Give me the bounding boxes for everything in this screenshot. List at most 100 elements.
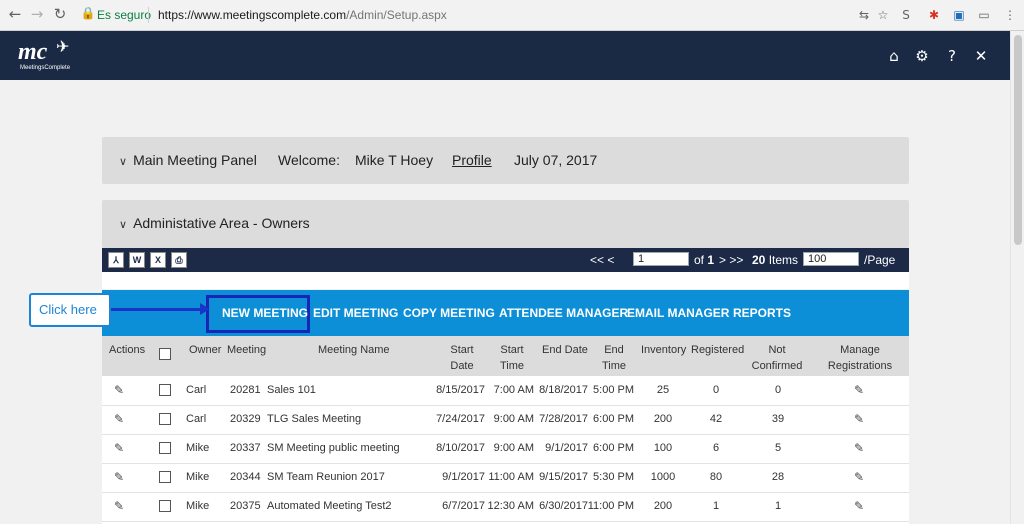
callout-arrow-head (200, 303, 210, 315)
pdf-icon[interactable]: ⅄ (108, 252, 124, 268)
col-not-confirmed-line2: Confirmed (751, 360, 803, 372)
row-checkbox[interactable] (159, 471, 171, 483)
admin-panel-title-group[interactable]: ∨ Administative Area - Owners (119, 215, 310, 231)
per-page-input[interactable]: 100 (803, 252, 859, 266)
close-icon[interactable]: ✕ (972, 47, 990, 65)
logo-brand: MeetingsComplete (20, 65, 71, 71)
manage-registrations-icon[interactable]: ✎ (852, 499, 866, 513)
gear-icon[interactable]: ⚙ (913, 47, 931, 65)
pager-first-prev[interactable]: << < (590, 253, 614, 267)
row-checkbox[interactable] (159, 413, 171, 425)
table-row[interactable]: ✎ Carl 20329 TLG Sales Meeting 7/24/2017… (102, 405, 909, 435)
page-number-input[interactable]: 1 (633, 252, 689, 266)
of-label: of (694, 253, 705, 267)
cell-owner: Carl (186, 413, 207, 425)
col-manage-registrations: Manage Registrations (824, 342, 896, 374)
new-meeting-button[interactable]: NEW MEETING (222, 306, 308, 320)
cell-meeting: 20337 (230, 442, 261, 454)
manage-registrations-icon[interactable]: ✎ (852, 383, 866, 397)
extension-s-icon[interactable]: S (897, 6, 915, 24)
chevron-down-icon: ∨ (119, 155, 128, 168)
cell-registered: 6 (712, 442, 720, 454)
copy-meeting-button[interactable]: COPY MEETING (403, 306, 495, 320)
cell-meeting-name: Automated Meeting Test2 (267, 500, 392, 512)
col-not-confirmed-line1: Not (768, 344, 786, 356)
word-icon[interactable]: W (129, 252, 145, 268)
profile-link[interactable]: Profile (452, 152, 492, 168)
cell-owner: Mike (186, 471, 210, 483)
extension-asterisk-icon[interactable]: ✱ (925, 6, 943, 24)
cell-owner: Mike (186, 500, 210, 512)
url-separator (148, 7, 149, 23)
excel-icon[interactable]: X (150, 252, 166, 268)
col-inventory: Inventory (641, 344, 687, 356)
table-row[interactable]: ✎ Carl 20281 Sales 101 8/15/2017 7:00 AM… (102, 376, 909, 406)
manage-registrations-icon[interactable]: ✎ (852, 412, 866, 426)
help-icon[interactable]: ? (943, 47, 961, 65)
action-bar: NEW MEETING EDIT MEETING COPY MEETING AT… (102, 290, 909, 336)
col-not-confirmed: Not Confirmed (747, 342, 807, 374)
toolbar-spacer (102, 272, 909, 289)
col-start-time-line2: Time (499, 360, 525, 372)
row-checkbox[interactable] (159, 442, 171, 454)
cell-registered: 80 (709, 471, 723, 483)
cell-start-date: 8/15/2017 (436, 384, 485, 396)
extension-keyboard-icon[interactable]: ▭ (975, 6, 993, 24)
cell-start-date: 7/24/2017 (436, 413, 485, 425)
email-manager-button[interactable]: EMAIL MANAGER (627, 306, 729, 320)
reload-icon[interactable]: ↻ (51, 5, 69, 23)
main-meeting-panel: ∨ Main Meeting Panel Welcome: Mike T Hoey… (102, 137, 909, 184)
edit-icon[interactable]: ✎ (112, 383, 126, 397)
cell-start-time: 12:30 AM (487, 500, 534, 512)
extension-square-icon[interactable]: ▣ (950, 6, 968, 24)
bookmark-star-icon[interactable]: ☆ (874, 6, 892, 24)
attendee-manager-button[interactable]: ATTENDEE MANAGER (499, 306, 628, 320)
cell-owner: Mike (186, 442, 210, 454)
select-all-checkbox[interactable] (159, 348, 171, 360)
cell-meeting: 20281 (230, 384, 261, 396)
row-checkbox[interactable] (159, 384, 171, 396)
pager-next-last[interactable]: > >> (719, 253, 743, 267)
table-row[interactable]: ✎ Mike 20375 Automated Meeting Test2 6/7… (102, 492, 909, 522)
cell-meeting: 20375 (230, 500, 261, 512)
print-icon[interactable]: ⎙ (171, 252, 187, 268)
cell-end-time: 6:00 PM (593, 442, 634, 454)
edit-icon[interactable]: ✎ (112, 499, 126, 513)
edit-icon[interactable]: ✎ (112, 470, 126, 484)
browser-menu-icon[interactable]: ⋮ (1001, 6, 1019, 24)
table-row[interactable]: ✎ Mike 20337 SM Meeting public meeting 8… (102, 434, 909, 464)
table-row[interactable]: ✎ Mike 20344 SM Team Reunion 2017 9/1/20… (102, 463, 909, 493)
page-of-label: of 1 (694, 253, 714, 267)
logo[interactable]: mc ✈ MeetingsComplete (18, 37, 78, 77)
cell-start-date: 6/7/2017 (442, 500, 485, 512)
cell-inventory: 25 (656, 384, 670, 396)
edit-icon[interactable]: ✎ (112, 441, 126, 455)
items-count-label: 20 Items (752, 253, 798, 267)
url-host: https://www.meetingscomplete.com (158, 8, 347, 22)
manage-registrations-icon[interactable]: ✎ (852, 470, 866, 484)
cell-not-confirmed: 0 (774, 384, 782, 396)
col-start-date-line2: Date (450, 360, 474, 372)
admin-area-panel: ∨ Administative Area - Owners (102, 200, 909, 248)
translate-icon[interactable]: ⇆ (855, 6, 873, 24)
cell-start-time: 9:00 AM (493, 413, 534, 425)
user-name: Mike T Hoey (355, 152, 434, 168)
url-path: /Admin/Setup.aspx (346, 8, 447, 22)
table-header: Actions Owner Meeting Meeting Name Start… (102, 336, 909, 376)
back-icon[interactable]: ← (6, 5, 24, 23)
home-icon[interactable]: ⌂ (885, 47, 903, 65)
cell-meeting-name: SM Team Reunion 2017 (267, 471, 385, 483)
cell-start-time: 9:00 AM (493, 442, 534, 454)
edit-meeting-button[interactable]: EDIT MEETING (313, 306, 398, 320)
main-panel-title-group[interactable]: ∨ Main Meeting Panel (119, 152, 257, 168)
page-scrollbar[interactable] (1010, 31, 1024, 524)
manage-registrations-icon[interactable]: ✎ (852, 441, 866, 455)
scrollbar-thumb[interactable] (1014, 35, 1022, 245)
col-meeting: Meeting (227, 344, 267, 356)
address-bar[interactable]: https://www.meetingscomplete.com/Admin/S… (158, 8, 447, 22)
edit-icon[interactable]: ✎ (112, 412, 126, 426)
row-checkbox[interactable] (159, 500, 171, 512)
grid-toolbar: ⅄ W X ⎙ << < 1 of 1 > >> 20 Items 100 /P… (102, 248, 909, 272)
forward-icon[interactable]: → (28, 5, 46, 23)
reports-button[interactable]: REPORTS (733, 306, 791, 320)
